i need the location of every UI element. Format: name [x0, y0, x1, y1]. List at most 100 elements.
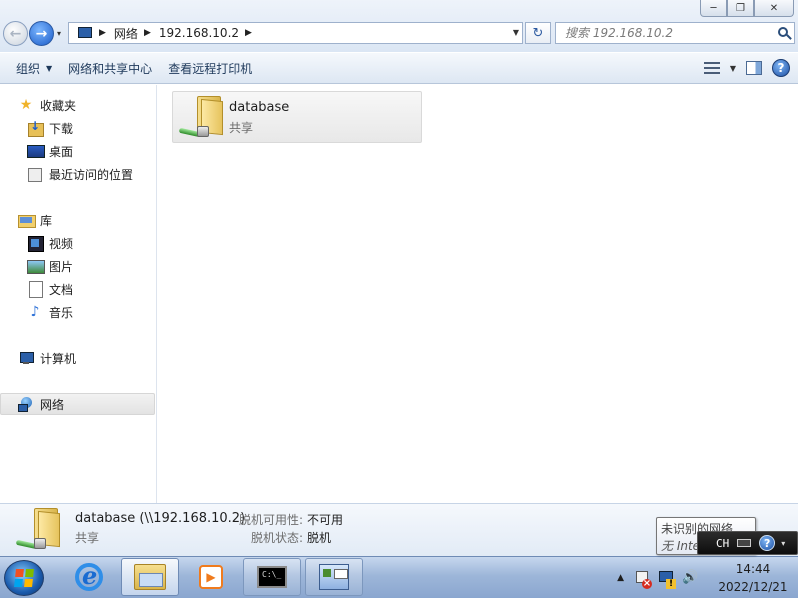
clock-date: 2022/12/21	[718, 580, 788, 594]
clock[interactable]: 14:44 2022/12/21	[708, 560, 798, 596]
taskbar-media-player[interactable]: ▶	[182, 558, 240, 596]
start-button[interactable]	[4, 560, 44, 596]
sidebar-item-label: 网络	[40, 397, 65, 412]
taskbar-command-prompt[interactable]: C:\_	[243, 558, 301, 596]
input-language-indicator[interactable]: CH	[716, 537, 729, 550]
organize-menu[interactable]: 组织 ▼	[8, 53, 60, 83]
sidebar-item-label: 音乐	[49, 305, 74, 320]
offline-availability-value: 不可用	[307, 513, 344, 527]
clock-time: 14:44	[735, 562, 771, 576]
search-icon[interactable]	[778, 27, 788, 37]
libraries-icon	[18, 212, 36, 228]
taskbar-control-panel[interactable]	[305, 558, 363, 596]
action-center-icon[interactable]	[634, 570, 652, 589]
details-item-type: 共享	[75, 531, 100, 545]
close-button[interactable]: ✕	[754, 0, 794, 17]
sidebar-item-pictures[interactable]: 图片	[27, 255, 73, 277]
search-box[interactable]	[555, 22, 795, 44]
view-remote-printers-label: 查看远程打印机	[168, 61, 253, 76]
sidebar-item-desktop[interactable]: 桌面	[27, 140, 73, 162]
sidebar-item-music[interactable]: ♪ 音乐	[27, 301, 73, 323]
change-view-icon[interactable]	[703, 61, 720, 75]
breadcrumb-separator-icon[interactable]: ▶	[99, 28, 106, 38]
sidebar-item-label: 文档	[49, 282, 74, 297]
sidebar-item-label: 桌面	[49, 144, 74, 159]
star-icon: ★	[19, 97, 33, 113]
sidebar-item-label: 下载	[49, 121, 74, 136]
breadcrumb-host[interactable]: 192.168.10.2	[159, 26, 239, 40]
view-options-dropdown[interactable]: ▼	[730, 64, 736, 73]
item-type: 共享	[229, 121, 254, 135]
offline-status-value: 脱机	[307, 531, 332, 545]
keyboard-icon[interactable]	[737, 539, 752, 547]
sidebar-item-downloads[interactable]: 下载	[27, 117, 73, 139]
back-button[interactable]: ←	[3, 21, 28, 46]
sidebar-item-videos[interactable]: 视频	[27, 232, 73, 254]
help-icon[interactable]: ?	[772, 59, 790, 77]
sidebar-item-label: 视频	[49, 236, 74, 251]
internet-explorer-icon	[75, 561, 103, 591]
show-hidden-icons-button[interactable]: ▲	[617, 573, 624, 583]
shared-folder-tile[interactable]: database 共享	[172, 91, 422, 143]
recent-pages-dropdown[interactable]: ▾	[57, 29, 61, 38]
window-controls: ─ ❐ ✕	[700, 0, 794, 17]
breadcrumb-separator-icon[interactable]: ▶	[144, 28, 151, 38]
network-icon	[18, 396, 34, 412]
taskbar: ▶ C:\_ ▲ 🔊 14:44 2022/12/21	[0, 556, 798, 598]
chevron-down-icon: ▼	[46, 63, 53, 73]
sidebar-item-label: 计算机	[40, 351, 77, 366]
shared-folder-icon	[14, 508, 60, 554]
organize-label: 组织	[16, 61, 41, 76]
command-prompt-icon: C:\_	[257, 566, 287, 588]
breadcrumb-separator-icon[interactable]: ▶	[245, 28, 252, 38]
media-player-icon: ▶	[199, 565, 223, 589]
volume-icon[interactable]: 🔊	[682, 570, 698, 586]
desktop-icon	[27, 143, 45, 159]
preview-pane-icon[interactable]	[746, 61, 762, 75]
navigation-pane: ★ 收藏夹 下载 桌面 最近访问的位置 库 视频 图片 文档 ♪ 音乐 计算机 …	[0, 85, 157, 503]
taskbar-windows-explorer[interactable]	[121, 558, 179, 596]
windows-explorer-icon	[134, 564, 166, 590]
videos-icon	[27, 235, 44, 252]
sidebar-item-label: 收藏夹	[40, 98, 77, 113]
computer-icon	[18, 350, 34, 366]
network-sharing-center-button[interactable]: 网络和共享中心	[60, 53, 160, 83]
recent-places-icon	[27, 166, 43, 182]
sidebar-item-libraries[interactable]: 库	[18, 209, 52, 231]
address-history-dropdown[interactable]: ▼	[513, 28, 519, 37]
address-bar[interactable]: ▶ 网络 ▶ 192.168.10.2 ▶ ▼	[68, 22, 523, 44]
language-bar[interactable]: CH ? ▾	[697, 531, 798, 555]
network-status-icon[interactable]	[658, 570, 676, 589]
sidebar-item-favorites[interactable]: ★ 收藏夹	[18, 94, 76, 116]
sidebar-item-computer[interactable]: 计算机	[18, 347, 76, 369]
shared-folder-icon	[177, 96, 223, 140]
system-tray: ▲ 🔊 14:44 2022/12/21	[617, 557, 798, 598]
music-icon: ♪	[30, 304, 40, 320]
documents-icon	[27, 281, 43, 298]
sidebar-item-recent-places[interactable]: 最近访问的位置	[27, 163, 133, 185]
refresh-button[interactable]: ↻	[525, 22, 551, 44]
language-bar-options-icon[interactable]: ▾	[781, 539, 785, 548]
search-input[interactable]	[565, 26, 775, 40]
sidebar-item-label: 图片	[49, 259, 74, 274]
sidebar-item-documents[interactable]: 文档	[27, 278, 73, 300]
command-bar: 组织 ▼ 网络和共享中心 查看远程打印机 ▼ ?	[0, 53, 798, 84]
sidebar-item-network[interactable]: 网络	[0, 393, 155, 415]
forward-button[interactable]: →	[29, 21, 54, 46]
breadcrumb-network[interactable]: 网络	[114, 25, 138, 42]
file-list: database 共享	[158, 85, 798, 503]
minimize-button[interactable]: ─	[700, 0, 727, 17]
sidebar-item-label: 最近访问的位置	[49, 167, 134, 182]
help-icon[interactable]: ?	[759, 535, 776, 551]
taskbar-internet-explorer[interactable]	[60, 558, 118, 596]
offline-availability-label: 脱机可用性:	[239, 513, 304, 527]
control-panel-icon	[319, 564, 349, 590]
sidebar-item-label: 库	[40, 213, 53, 228]
downloads-icon	[27, 119, 44, 137]
view-controls: ▼ ?	[703, 59, 790, 77]
title-bar: ─ ❐ ✕ ← → ▾ ▶ 网络 ▶ 192.168.10.2 ▶ ▼ ↻	[0, 0, 798, 52]
details-item-name: database (\\192.168.10.2)	[75, 511, 246, 526]
maximize-button[interactable]: ❐	[727, 0, 754, 17]
pictures-icon	[27, 258, 45, 274]
view-remote-printers-button[interactable]: 查看远程打印机	[160, 53, 260, 83]
